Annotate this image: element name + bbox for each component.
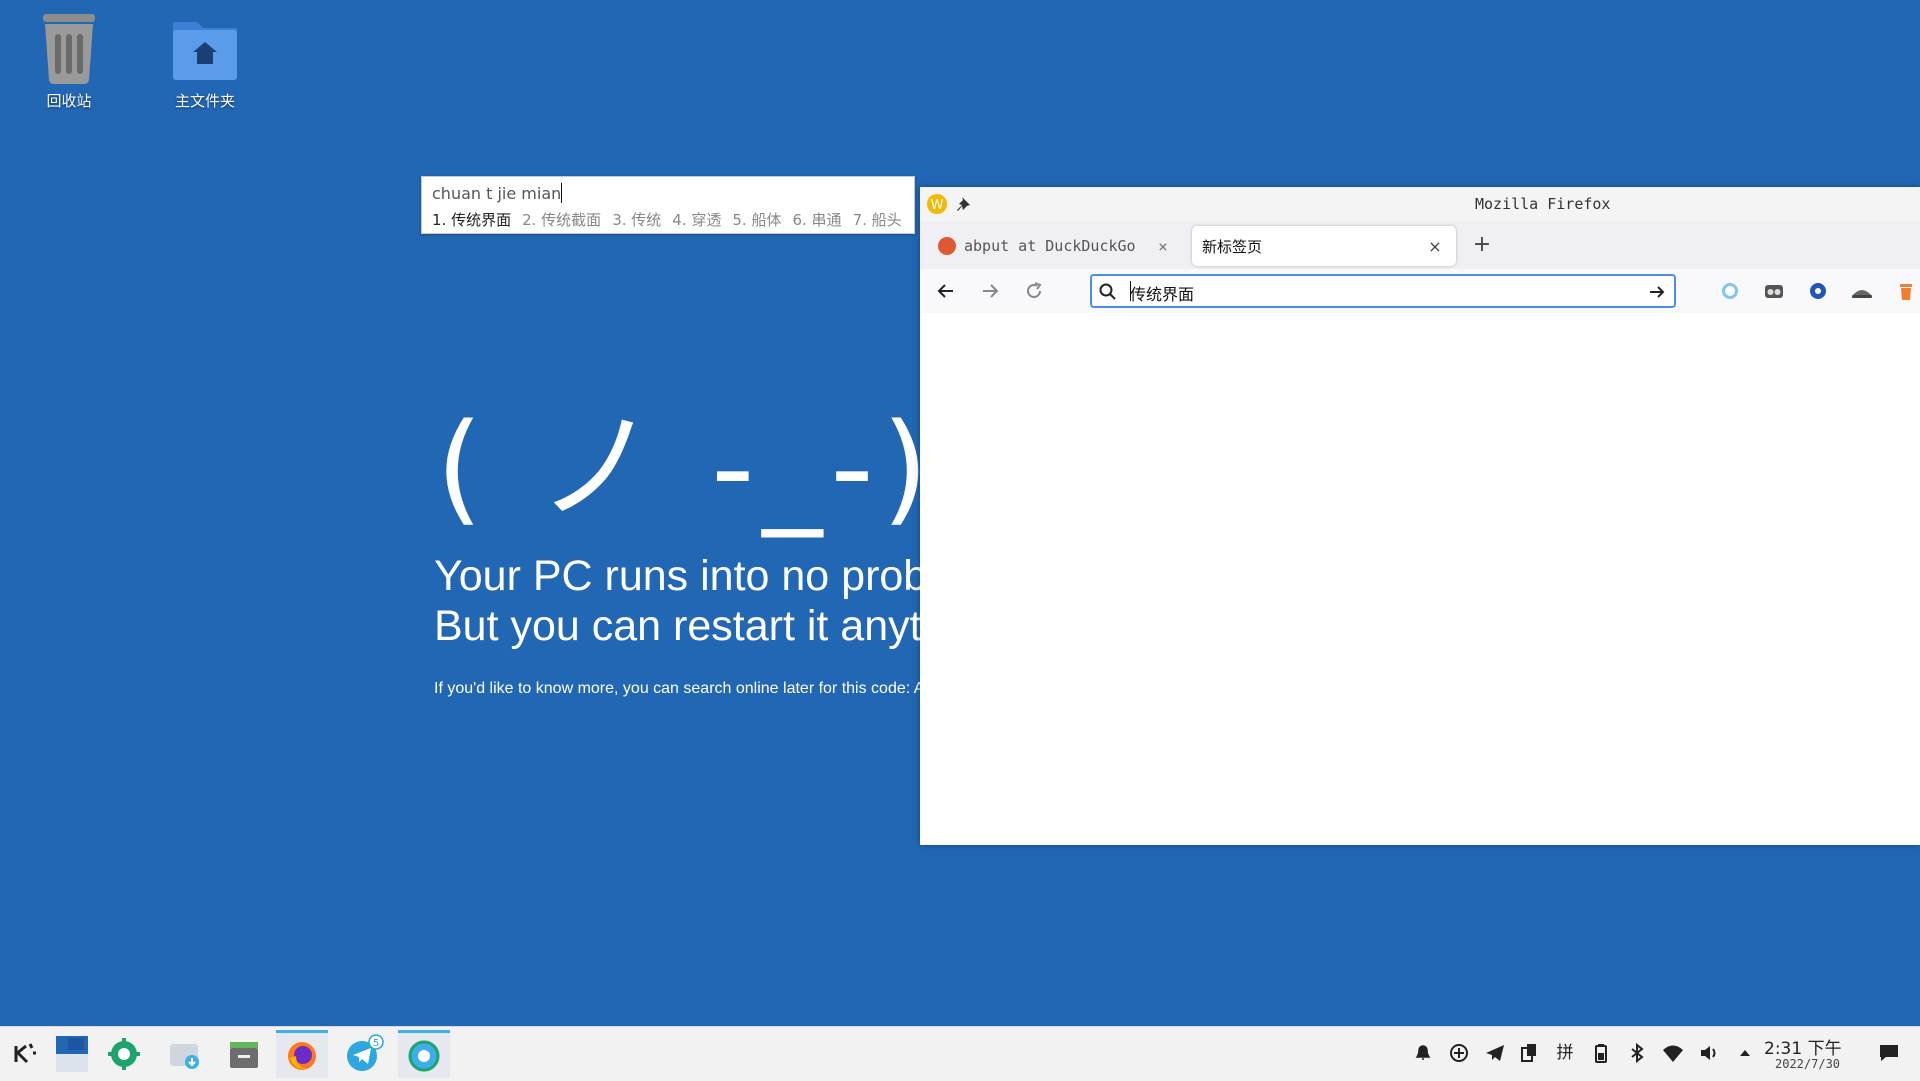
discover-icon: [108, 1038, 140, 1070]
reload-icon: [1027, 282, 1042, 298]
tab-new-tab[interactable]: 新标签页 ×: [1192, 226, 1456, 266]
window-app-icon[interactable]: W: [926, 193, 948, 215]
taskbar: 5 拼 2:31 下午 2022/7/30: [0, 1026, 1920, 1081]
ime-candidate-popup: chuan t jie mian 1. 传统界面 2. 传统截面 3. 传统 4. 穿…: [421, 176, 915, 234]
ime-candidate[interactable]: 1. 传统界面: [432, 211, 511, 229]
notification-bell-icon[interactable]: [1412, 1042, 1434, 1064]
clipboard-icon[interactable]: [1518, 1042, 1540, 1064]
extension-hat-icon[interactable]: [1850, 279, 1874, 303]
taskbar-app-discover[interactable]: [98, 1030, 150, 1078]
wallpaper-small-text: If you'd like to know more, you can sear…: [434, 680, 925, 697]
taskbar-app-downloads[interactable]: [158, 1030, 210, 1078]
url-bar-text[interactable]: 传统界面: [1130, 281, 1194, 305]
desktop-icon-label: 主文件夹: [174, 92, 235, 110]
go-arrow-icon[interactable]: [1646, 281, 1668, 303]
sync-status-icon[interactable]: [1448, 1042, 1470, 1064]
wallpaper-line-2: But you can restart it anytim: [434, 602, 967, 650]
window-title: Mozilla Firefox: [1475, 195, 1611, 213]
telegram-badge: 5: [373, 1038, 379, 1049]
tray-expand-arrow-icon[interactable]: [1734, 1042, 1756, 1064]
ime-candidate[interactable]: 4. 穿透: [672, 211, 721, 229]
battery-icon[interactable]: [1590, 1042, 1612, 1064]
taskbar-desktop-pager[interactable]: [46, 1030, 98, 1078]
wifi-icon[interactable]: [1662, 1042, 1684, 1064]
firefox-window: W Mozilla Firefox abput at DuckDuckGo × …: [920, 187, 1920, 845]
ime-candidate[interactable]: 3. 传统: [612, 211, 661, 229]
wallpaper-line-1: Your PC runs into no probler: [434, 552, 976, 600]
arrow-right-icon: [983, 284, 999, 298]
navigation-toolbar: 传统界面: [920, 269, 1920, 314]
taskbar-app-telegram[interactable]: 5: [338, 1030, 390, 1078]
tab-bar: abput at DuckDuckGo × 新标签页 × +: [920, 221, 1920, 269]
ime-candidate[interactable]: 6. 串通: [792, 211, 841, 229]
kde-logo-icon: [14, 1043, 36, 1064]
new-tab-button[interactable]: +: [1468, 231, 1496, 259]
firefox-icon: [288, 1041, 316, 1070]
ime-preedit: chuan t jie mian: [432, 183, 563, 203]
taskbar-app-firefox[interactable]: [276, 1030, 328, 1078]
pager-icon: [56, 1036, 88, 1072]
taskbar-app-settings[interactable]: [398, 1030, 450, 1078]
extension-circle-icon[interactable]: [1718, 279, 1742, 303]
back-button[interactable]: [932, 277, 960, 305]
pin-icon[interactable]: [954, 193, 976, 215]
app-launcher-button[interactable]: [0, 1030, 52, 1078]
tab-title: abput at DuckDuckGo: [964, 237, 1136, 255]
clock-time[interactable]: 2:31 下午: [1764, 1034, 1842, 1059]
ime-candidate[interactable]: 2. 传统截面: [522, 211, 601, 229]
show-desktop-icon[interactable]: [1878, 1042, 1900, 1064]
telegram-tray-icon[interactable]: [1484, 1042, 1506, 1064]
forward-button[interactable]: [976, 277, 1004, 305]
ime-candidate[interactable]: 7. 船头: [853, 211, 902, 229]
trash-icon: [29, 8, 109, 88]
extension-mask-icon[interactable]: [1762, 279, 1786, 303]
page-content[interactable]: [920, 313, 1920, 845]
input-method-indicator[interactable]: 拼: [1554, 1042, 1576, 1064]
text-cursor: [1130, 281, 1131, 301]
tab-title: 新标签页: [1202, 237, 1263, 256]
url-bar[interactable]: 传统界面: [1090, 274, 1676, 308]
extension-trash-icon[interactable]: [1894, 279, 1918, 303]
download-folder-icon: [170, 1044, 199, 1069]
system-settings-icon: [408, 1040, 440, 1071]
tab-duckduckgo[interactable]: abput at DuckDuckGo ×: [926, 226, 1184, 266]
desktop-icon-trash[interactable]: 回收站: [14, 8, 124, 111]
settings-gear-icon[interactable]: [1806, 279, 1830, 303]
desktop-icon-home-folder[interactable]: 主文件夹: [150, 8, 260, 111]
svg-text:W: W: [931, 198, 944, 213]
duckduckgo-icon: [938, 237, 956, 255]
arrow-left-icon: [937, 284, 953, 298]
telegram-icon: 5: [347, 1034, 384, 1071]
desktop-icon-label: 回收站: [46, 92, 92, 110]
search-icon: [1098, 282, 1118, 302]
ime-candidate-list: 1. 传统界面 2. 传统截面 3. 传统 4. 穿透 5. 船体 6. 串通 7. 船头: [432, 209, 913, 230]
ime-candidate[interactable]: 5. 船体: [732, 211, 781, 229]
archive-icon: [230, 1042, 258, 1068]
tab-close-button[interactable]: ×: [1152, 237, 1174, 256]
volume-icon[interactable]: [1698, 1042, 1720, 1064]
bluetooth-icon[interactable]: [1626, 1042, 1648, 1064]
clock-date[interactable]: 2022/7/30: [1775, 1057, 1840, 1071]
window-titlebar[interactable]: W Mozilla Firefox: [920, 187, 1920, 221]
tab-close-button[interactable]: ×: [1424, 237, 1446, 256]
reload-button[interactable]: [1020, 277, 1048, 305]
taskbar-app-archive[interactable]: [218, 1030, 270, 1078]
home-folder-icon: [165, 8, 245, 88]
